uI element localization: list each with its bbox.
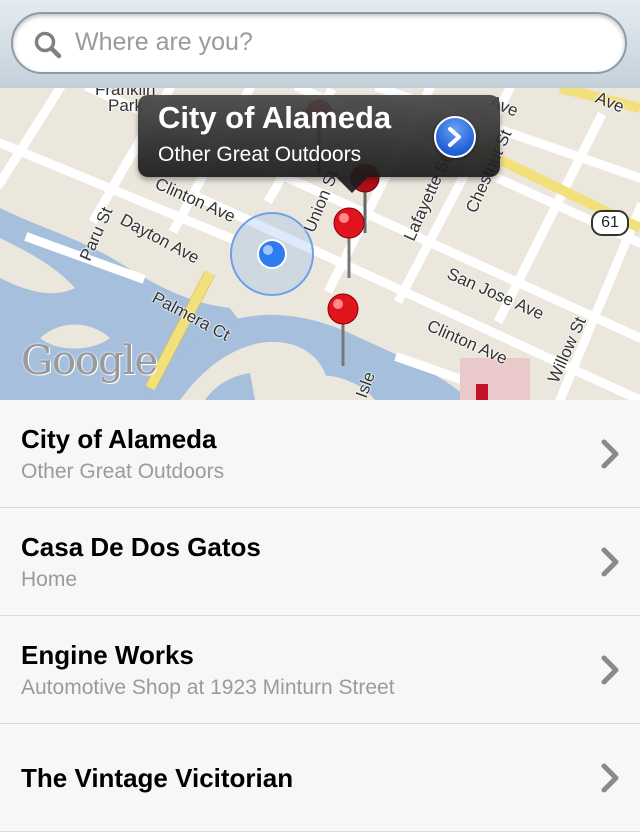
- detail-disclosure-button[interactable]: [434, 116, 476, 158]
- list-item-title: Engine Works: [21, 640, 194, 670]
- route-shield: 61: [591, 210, 629, 236]
- list-item[interactable]: Engine Works Automotive Shop at 1923 Min…: [0, 616, 640, 724]
- places-list: City of Alameda Other Great Outdoors Cas…: [0, 400, 640, 832]
- chevron-right-icon: [601, 547, 619, 577]
- search-placeholder: Where are you?: [75, 28, 253, 56]
- list-item[interactable]: City of Alameda Other Great Outdoors: [0, 400, 640, 508]
- map-view[interactable]: Franklin Park Ave Ave Clinton Ave Union …: [0, 88, 640, 400]
- user-location-dot: [257, 239, 287, 269]
- list-item-title: City of Alameda: [21, 424, 217, 454]
- google-logo: Google: [21, 338, 158, 384]
- list-item[interactable]: Casa De Dos Gatos Home: [0, 508, 640, 616]
- search-icon: [34, 31, 62, 59]
- map-callout[interactable]: City of Alameda Other Great Outdoors: [138, 95, 500, 193]
- search-input[interactable]: Where are you?: [11, 12, 627, 74]
- list-item-title: Casa De Dos Gatos: [21, 532, 261, 562]
- list-item-title: The Vintage Vicitorian: [21, 763, 294, 793]
- callout-subtitle: Other Great Outdoors: [158, 143, 362, 166]
- list-item-subtitle: Automotive Shop at 1923 Minturn Street: [21, 676, 395, 699]
- list-item-subtitle: Home: [21, 568, 78, 591]
- chevron-right-icon: [448, 127, 461, 147]
- chevron-right-icon: [601, 439, 619, 469]
- list-item-subtitle: Other Great Outdoors: [21, 460, 225, 483]
- chevron-right-icon: [601, 655, 619, 685]
- callout-title: City of Alameda: [158, 100, 392, 135]
- chevron-right-icon: [601, 763, 619, 793]
- search-bar: Where are you?: [0, 0, 640, 89]
- list-item[interactable]: The Vintage Vicitorian: [0, 724, 640, 832]
